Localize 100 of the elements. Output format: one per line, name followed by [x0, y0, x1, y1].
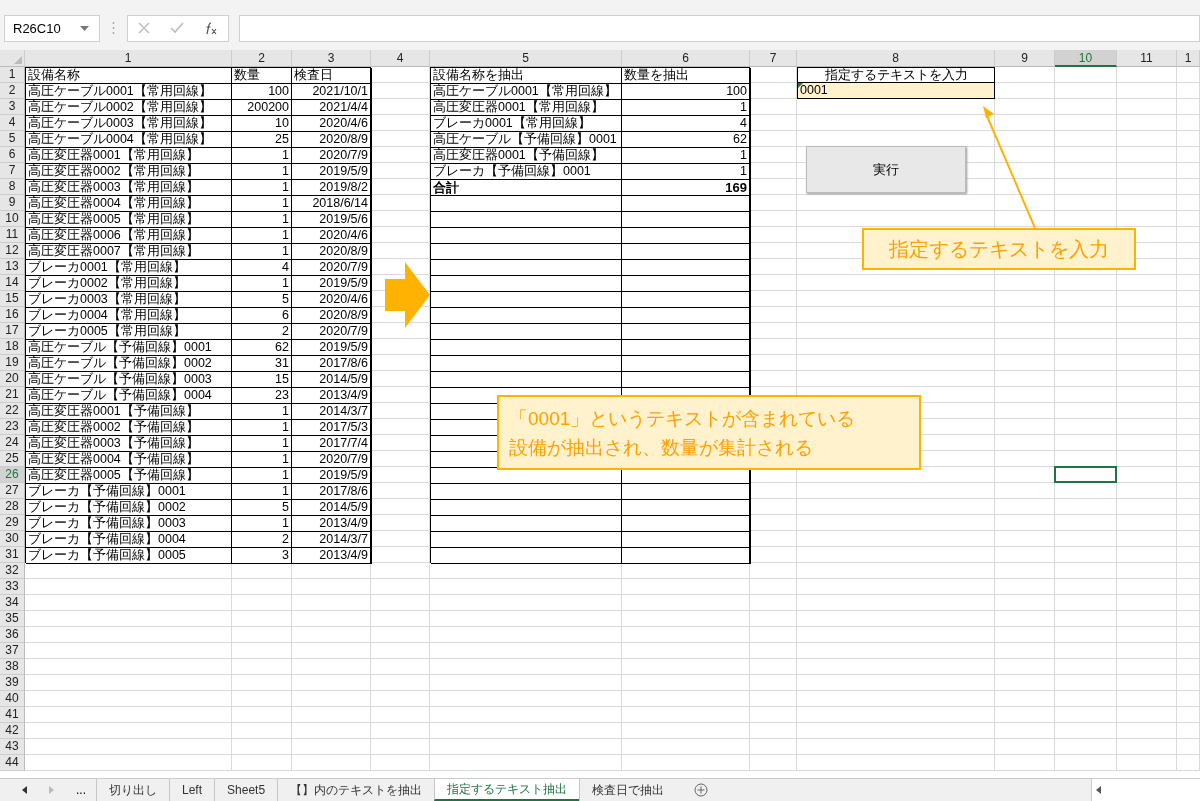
- column-header[interactable]: 4: [371, 50, 430, 67]
- row-header[interactable]: 16: [0, 307, 25, 323]
- run-button[interactable]: 実行: [806, 146, 966, 193]
- row-header[interactable]: 15: [0, 291, 25, 307]
- row-header[interactable]: 42: [0, 723, 25, 739]
- row-header[interactable]: 17: [0, 323, 25, 339]
- row-header[interactable]: 23: [0, 419, 25, 435]
- row-header[interactable]: 22: [0, 403, 25, 419]
- row-header[interactable]: 12: [0, 243, 25, 259]
- row-header[interactable]: 28: [0, 499, 25, 515]
- table-cell: 2013/4/9: [292, 548, 371, 564]
- row-header[interactable]: 6: [0, 147, 25, 163]
- table-cell: ブレーカ0001【常用回線】: [26, 260, 232, 276]
- row-header[interactable]: 21: [0, 387, 25, 403]
- caret-icon[interactable]: [80, 25, 89, 31]
- table-cell: ブレーカ0001【常用回線】: [431, 116, 622, 132]
- table-cell: 6: [232, 308, 292, 324]
- row-header[interactable]: 18: [0, 339, 25, 355]
- table-cell: 高圧変圧器0001【常用回線】: [26, 148, 232, 164]
- column-header[interactable]: 7: [750, 50, 797, 67]
- row-header[interactable]: 5: [0, 131, 25, 147]
- header-cell: 数量: [232, 68, 292, 84]
- input-cell[interactable]: 0001: [797, 83, 995, 99]
- column-header[interactable]: 6: [622, 50, 750, 67]
- table-cell: 高圧変圧器0003【予備回線】: [26, 436, 232, 452]
- row-header[interactable]: 35: [0, 611, 25, 627]
- table-cell: 3: [232, 548, 292, 564]
- row-header[interactable]: 11: [0, 227, 25, 243]
- row-header[interactable]: 36: [0, 627, 25, 643]
- row-header[interactable]: 1: [0, 67, 25, 83]
- row-header[interactable]: 4: [0, 115, 25, 131]
- table-cell: 高圧変圧器0007【常用回線】: [26, 244, 232, 260]
- row-header[interactable]: 25: [0, 451, 25, 467]
- table-cell: 2019/5/6: [292, 212, 371, 228]
- row-header[interactable]: 44: [0, 755, 25, 771]
- row-header[interactable]: 24: [0, 435, 25, 451]
- column-header[interactable]: 8: [797, 50, 995, 67]
- table-cell: 高圧変圧器0004【常用回線】: [26, 196, 232, 212]
- row-header[interactable]: 37: [0, 643, 25, 659]
- table-cell: ブレーカ【予備回線】0001: [431, 164, 622, 180]
- row-header[interactable]: 8: [0, 179, 25, 195]
- column-header[interactable]: 10: [1055, 50, 1117, 67]
- table-cell: 高圧ケーブル0003【常用回線】: [26, 116, 232, 132]
- row-header[interactable]: 34: [0, 595, 25, 611]
- add-sheet-icon[interactable]: [694, 783, 709, 797]
- column-header[interactable]: 9: [995, 50, 1055, 67]
- table-cell: 10: [232, 116, 292, 132]
- scroll-left-icon[interactable]: [1096, 786, 1101, 794]
- table-cell: 1: [232, 276, 292, 292]
- table-cell: 2021/10/1: [292, 84, 371, 100]
- name-box[interactable]: R26C10: [4, 14, 100, 42]
- table-cell: 1: [622, 148, 750, 164]
- row-header[interactable]: 29: [0, 515, 25, 531]
- row-header[interactable]: 27: [0, 483, 25, 499]
- row-header[interactable]: 39: [0, 675, 25, 691]
- row-header[interactable]: 19: [0, 355, 25, 371]
- table-cell: 高圧変圧器0002【常用回線】: [26, 164, 232, 180]
- row-header[interactable]: 9: [0, 195, 25, 211]
- row-header[interactable]: 32: [0, 563, 25, 579]
- row-header[interactable]: 31: [0, 547, 25, 563]
- row-header[interactable]: 7: [0, 163, 25, 179]
- table-cell: 1: [232, 516, 292, 532]
- row-header[interactable]: 2: [0, 83, 25, 99]
- row-header[interactable]: 30: [0, 531, 25, 547]
- selected-cell[interactable]: [1054, 466, 1117, 483]
- row-header[interactable]: 20: [0, 371, 25, 387]
- row-header[interactable]: 33: [0, 579, 25, 595]
- check-icon[interactable]: [170, 22, 184, 34]
- row-header[interactable]: 13: [0, 259, 25, 275]
- formula-input[interactable]: [239, 14, 1200, 42]
- cancel-icon[interactable]: [138, 22, 150, 34]
- table-cell: 高圧変圧器0001【常用回線】: [431, 100, 622, 116]
- table-cell: 2017/5/3: [292, 420, 371, 436]
- column-header[interactable]: 2: [232, 50, 292, 67]
- more-sheets-button[interactable]: ...: [76, 783, 86, 797]
- header-cell: 数量を抽出: [622, 68, 750, 84]
- row-header[interactable]: 40: [0, 691, 25, 707]
- column-header[interactable]: 1: [1177, 50, 1200, 67]
- table-cell: 2020/4/6: [292, 116, 371, 132]
- column-header[interactable]: 1: [25, 50, 232, 67]
- header-cell: 設備名称を抽出: [431, 68, 622, 84]
- column-header[interactable]: 5: [430, 50, 622, 67]
- previous-sheet-icon[interactable]: [22, 786, 27, 794]
- horizontal-scrollbar[interactable]: [1091, 779, 1200, 801]
- table-cell: ブレーカ【予備回線】0004: [26, 532, 232, 548]
- row-header[interactable]: 41: [0, 707, 25, 723]
- row-header[interactable]: 14: [0, 275, 25, 291]
- column-header[interactable]: 11: [1117, 50, 1177, 67]
- function-icon[interactable]: [204, 21, 218, 35]
- row-header[interactable]: 10: [0, 211, 25, 227]
- row-header[interactable]: 26: [0, 467, 25, 483]
- table-cell: 高圧ケーブル0001【常用回線】: [431, 84, 622, 100]
- column-header[interactable]: 3: [292, 50, 371, 67]
- table-cell: ブレーカ【予備回線】0003: [26, 516, 232, 532]
- table-cell: 2020/8/9: [292, 244, 371, 260]
- row-header[interactable]: 3: [0, 99, 25, 115]
- row-header[interactable]: 43: [0, 739, 25, 755]
- sheet-tab[interactable]: 指定するテキスト抽出: [434, 779, 580, 801]
- row-header[interactable]: 38: [0, 659, 25, 675]
- table-cell: 2020/8/9: [292, 308, 371, 324]
